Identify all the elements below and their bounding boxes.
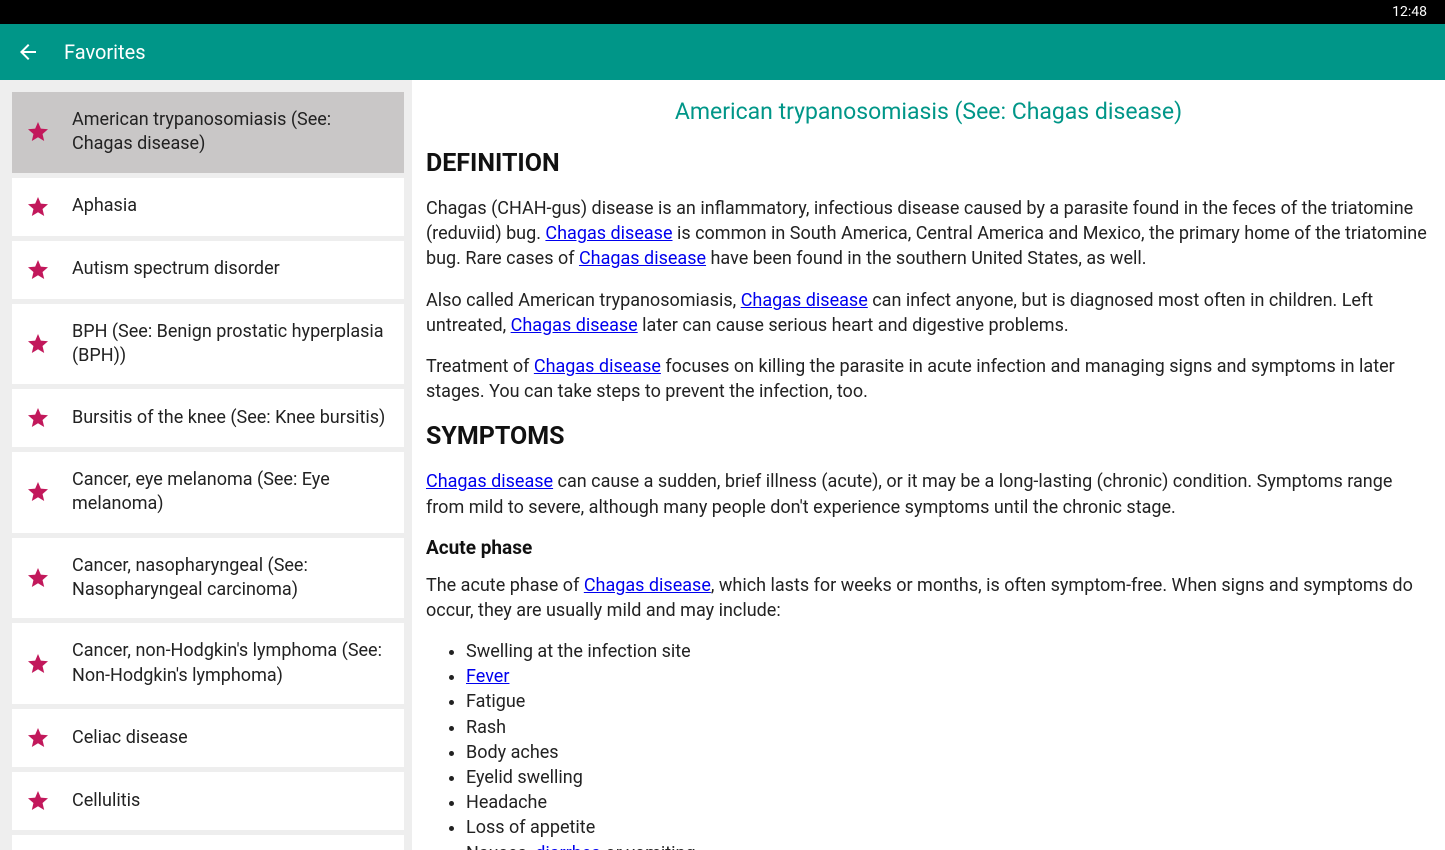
star-icon	[26, 789, 50, 813]
list-item-label: American trypanosomiasis (See: Chagas di…	[72, 108, 390, 157]
list-item-label: Aphasia	[72, 194, 137, 218]
acute-phase-subheading: Acute phase	[426, 536, 1431, 559]
fever-link[interactable]: Fever	[466, 666, 509, 687]
star-icon	[26, 332, 50, 356]
symptom-item: Eyelid swelling	[466, 765, 1431, 790]
favorites-list[interactable]: American trypanosomiasis (See: Chagas di…	[0, 80, 412, 850]
symptoms-paragraph: The acute phase of Chagas disease, which…	[426, 573, 1431, 623]
status-time: 12:48	[1392, 4, 1427, 20]
symptoms-paragraph: Chagas disease can cause a sudden, brief…	[426, 469, 1431, 519]
list-item[interactable]: Cancer, nasopharyngeal (See: Nasopharyng…	[12, 538, 404, 619]
symptom-item: Swelling at the infection site	[466, 639, 1431, 664]
list-item[interactable]: Chondrosarcoma	[12, 835, 404, 850]
list-item-label: Cancer, nasopharyngeal (See: Nasopharyng…	[72, 554, 390, 603]
list-item-label: Autism spectrum disorder	[72, 257, 280, 281]
star-icon	[26, 652, 50, 676]
symptom-item: Body aches	[466, 740, 1431, 765]
star-icon	[26, 195, 50, 219]
star-icon	[26, 258, 50, 282]
list-item-label: Cancer, eye melanoma (See: Eye melanoma)	[72, 468, 390, 517]
list-item-label: Bursitis of the knee (See: Knee bursitis…	[72, 406, 385, 430]
back-button[interactable]	[16, 40, 40, 64]
list-item[interactable]: Autism spectrum disorder	[12, 241, 404, 299]
chagas-link[interactable]: Chagas disease	[584, 575, 711, 596]
symptom-item: Fever	[466, 664, 1431, 689]
chagas-link[interactable]: Chagas disease	[534, 356, 661, 377]
definition-paragraph: Treatment of Chagas disease focuses on k…	[426, 354, 1431, 404]
star-icon	[26, 480, 50, 504]
symptoms-heading: SYMPTOMS	[426, 422, 1431, 451]
list-item[interactable]: Cancer, non-Hodgkin's lymphoma (See: Non…	[12, 623, 404, 704]
list-item[interactable]: Aphasia	[12, 178, 404, 236]
list-item[interactable]: Cancer, eye melanoma (See: Eye melanoma)	[12, 452, 404, 533]
star-icon	[26, 120, 50, 144]
symptoms-list: Swelling at the infection siteFeverFatig…	[426, 639, 1431, 850]
list-item-label: BPH (See: Benign prostatic hyperplasia (…	[72, 320, 390, 369]
list-item[interactable]: Celiac disease	[12, 709, 404, 767]
chagas-link[interactable]: Chagas disease	[511, 315, 638, 336]
list-item-label: Cancer, non-Hodgkin's lymphoma (See: Non…	[72, 639, 390, 688]
app-bar: Favorites	[0, 24, 1445, 80]
definition-heading: DEFINITION	[426, 149, 1431, 178]
definition-paragraph: Chagas (CHAH-gus) disease is an inflamma…	[426, 196, 1431, 272]
chagas-link[interactable]: Chagas disease	[579, 248, 706, 269]
chagas-link[interactable]: Chagas disease	[545, 223, 672, 244]
list-item[interactable]: Cellulitis	[12, 772, 404, 830]
star-icon	[26, 406, 50, 430]
article-title: American trypanosomiasis (See: Chagas di…	[426, 98, 1431, 125]
arrow-back-icon	[16, 40, 40, 64]
chagas-link[interactable]: Chagas disease	[741, 290, 868, 311]
symptom-item: Headache	[466, 790, 1431, 815]
symptom-item: Loss of appetite	[466, 815, 1431, 840]
article-content[interactable]: American trypanosomiasis (See: Chagas di…	[412, 80, 1445, 850]
definition-paragraph: Also called American trypanosomiasis, Ch…	[426, 288, 1431, 338]
list-item[interactable]: BPH (See: Benign prostatic hyperplasia (…	[12, 304, 404, 385]
symptom-item: Nausea, diarrhea or vomiting	[466, 841, 1431, 850]
page-title: Favorites	[64, 40, 146, 64]
symptom-item: Rash	[466, 715, 1431, 740]
list-item-label: Celiac disease	[72, 726, 188, 750]
symptom-item: Fatigue	[466, 689, 1431, 714]
list-item-label: Cellulitis	[72, 789, 140, 813]
star-icon	[26, 566, 50, 590]
star-icon	[26, 726, 50, 750]
diarrhea-link[interactable]: diarrhea	[535, 843, 601, 850]
list-item[interactable]: Bursitis of the knee (See: Knee bursitis…	[12, 389, 404, 447]
status-bar: 12:48	[0, 0, 1445, 24]
list-item[interactable]: American trypanosomiasis (See: Chagas di…	[12, 92, 404, 173]
chagas-link[interactable]: Chagas disease	[426, 471, 553, 492]
